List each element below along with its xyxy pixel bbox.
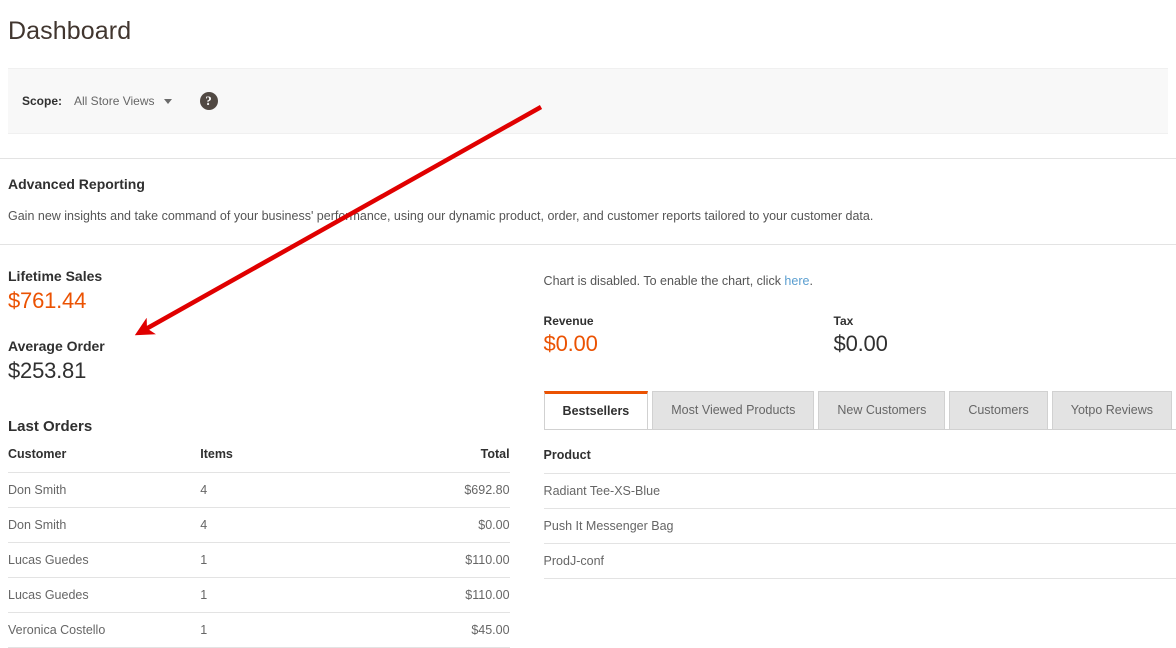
chart-disabled-note: Chart is disabled. To enable the chart, … [544,274,1176,288]
cell-items: 4 [200,507,421,543]
kpi-revenue: Revenue $0.00 [544,314,834,357]
scope-bar: Scope: All Store Views ? [8,68,1168,134]
advanced-reporting-section: Advanced Reporting Gain new insights and… [8,176,1168,226]
table-row[interactable]: ProdJ-conf [543,543,1176,579]
column-header-total: Total [420,447,510,473]
average-order-block: Average Order $253.81 [8,338,510,384]
last-orders-header-row: Customer Items Total [8,447,510,473]
question-mark-icon[interactable]: ? [199,92,218,110]
cell-customer: Veronica Costello [8,612,201,648]
table-row[interactable]: Don Smith 4 $0.00 [8,507,510,543]
table-row[interactable]: Don Smith 4 $692.80 [8,472,510,508]
cell-total: $45.00 [420,612,510,648]
tab-new-customers[interactable]: New Customers [818,391,946,429]
dashboard-left-column: Lifetime Sales $761.44 Average Order $25… [0,262,526,648]
section-divider-middle [0,244,1176,245]
cell-customer: Lucas Guedes [8,542,201,578]
lifetime-sales-block: Lifetime Sales $761.44 [8,268,510,314]
dashboard-main: Lifetime Sales $761.44 Average Order $25… [0,262,1176,648]
cell-product: Radiant Tee-XS-Blue [543,473,1176,509]
advanced-reporting-description: Gain new insights and take command of yo… [8,209,874,223]
advanced-reporting-title: Advanced Reporting [8,176,145,192]
bestsellers-header-row: Product [543,448,1176,474]
bestsellers-panel: Product Radiant Tee-XS-Blue Push It Mess… [543,429,1176,579]
cell-product: Push It Messenger Bag [543,508,1176,544]
dashboard-tabs: Bestsellers Most Viewed Products New Cus… [543,391,1176,429]
cell-customer: Don Smith [8,472,201,508]
last-orders-heading: Last Orders [8,418,93,435]
bestsellers-table: Product Radiant Tee-XS-Blue Push It Mess… [543,448,1176,579]
kpi-row: Revenue $0.00 Tax $0.00 [544,314,1176,357]
table-row[interactable]: Push It Messenger Bag [543,508,1176,544]
cell-customer: Lucas Guedes [8,577,201,613]
cell-items: 1 [200,542,421,578]
tab-customers[interactable]: Customers [949,391,1048,429]
cell-customer: Don Smith [8,507,201,543]
table-row[interactable]: Lucas Guedes 1 $110.00 [8,542,510,578]
tab-most-viewed-products[interactable]: Most Viewed Products [652,391,815,429]
page-title: Dashboard [8,17,132,45]
enable-chart-link[interactable]: here [784,274,809,288]
cell-total: $0.00 [420,507,510,543]
kpi-revenue-value: $0.00 [543,331,598,356]
cell-total: $692.80 [420,472,510,508]
kpi-tax: Tax $0.00 [834,314,1124,357]
kpi-tax-label: Tax [833,314,854,328]
cell-items: 1 [200,577,421,613]
column-header-product: Product [543,448,1176,474]
scope-label: Scope: [22,94,63,108]
scope-store-view-select[interactable]: All Store Views [74,94,172,108]
tab-yotpo-reviews[interactable]: Yotpo Reviews [1051,391,1172,429]
cell-total: $110.00 [420,577,510,613]
scope-select-value: All Store Views [74,94,155,108]
totals-spacer [8,314,510,338]
kpi-revenue-label: Revenue [543,314,594,328]
average-order-label: Average Order [8,338,105,354]
lifetime-sales-label: Lifetime Sales [8,268,103,284]
table-row[interactable]: Lucas Guedes 1 $110.00 [8,577,510,613]
cell-items: 4 [200,472,421,508]
chevron-down-icon [163,98,172,104]
table-row[interactable]: Radiant Tee-XS-Blue [543,473,1176,509]
column-header-customer: Customer [8,447,201,473]
chart-note-suffix: . [809,274,813,288]
cell-product: ProdJ-conf [543,543,1176,579]
cell-items: 1 [200,612,421,648]
column-header-items: Items [200,447,421,473]
tab-bestsellers[interactable]: Bestsellers [543,391,649,429]
lifetime-sales-value: $761.44 [8,288,87,313]
average-order-value: $253.81 [8,358,87,383]
dashboard-right-column: Chart is disabled. To enable the chart, … [526,262,1176,613]
kpi-tax-value: $0.00 [833,331,888,356]
totals-block: Lifetime Sales $761.44 Average Order $25… [8,268,510,384]
section-divider-top [0,158,1176,159]
page-header: Dashboard [0,0,1176,60]
last-orders-table: Customer Items Total Don Smith 4 $692.80… [8,447,510,648]
chart-note-prefix: Chart is disabled. To enable the chart, … [543,274,785,288]
table-row[interactable]: Veronica Costello 1 $45.00 [8,612,510,648]
cell-total: $110.00 [420,542,510,578]
